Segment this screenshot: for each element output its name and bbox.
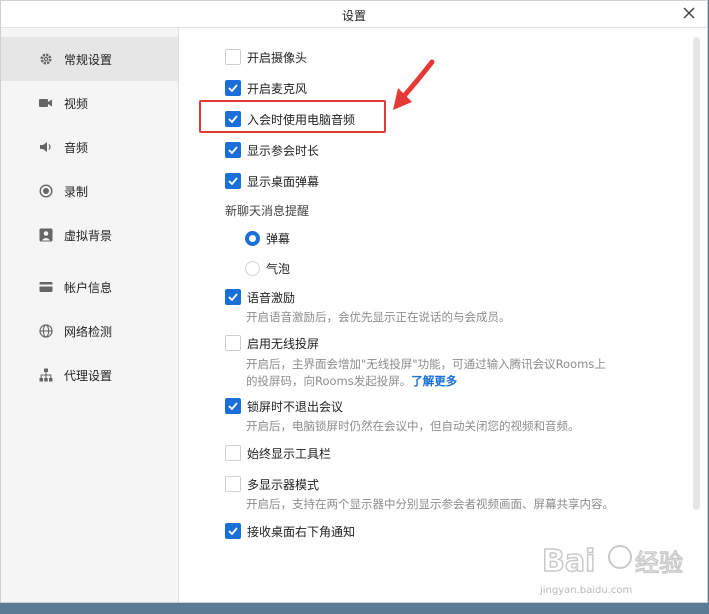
wireless-projection-label: 启用无线投屏 bbox=[247, 336, 320, 351]
multi-display-description: 开启后，支持在两个显示器中分别显示参会者视频画面、屏幕共享内容。 bbox=[246, 497, 614, 511]
danmaku-radio-label: 弹幕 bbox=[266, 231, 291, 246]
scrollbar[interactable] bbox=[693, 37, 700, 510]
svg-text:经验: 经验 bbox=[635, 549, 683, 577]
setting-lock-screen[interactable]: 锁屏时不退出会议 bbox=[225, 397, 343, 415]
setting-multi-display[interactable]: 多显示器模式 bbox=[225, 475, 319, 493]
sidebar-item-label: 视频 bbox=[64, 96, 89, 111]
setting-desktop-notification[interactable]: 接收桌面右下角通知 bbox=[225, 522, 355, 540]
sidebar-item-label: 代理设置 bbox=[64, 368, 113, 383]
sidebar-item-audio[interactable]: 音频 bbox=[1, 125, 178, 169]
sidebar-item-label: 帐户信息 bbox=[64, 280, 113, 295]
sidebar-item-virtual-background[interactable]: 虚拟背景 bbox=[1, 213, 178, 257]
bubble-radio[interactable] bbox=[245, 260, 260, 276]
always-show-toolbar-checkbox[interactable] bbox=[225, 445, 241, 461]
baidu-logo-icon: Bai 经验 bbox=[541, 543, 683, 580]
chat-option-danmaku[interactable]: 弹幕 bbox=[245, 229, 290, 247]
globe-icon bbox=[39, 324, 53, 338]
lock-screen-label: 锁屏时不退出会议 bbox=[247, 399, 344, 414]
sidebar-item-label: 虚拟背景 bbox=[64, 228, 113, 243]
chat-reminder-heading: 新聊天消息提醒 bbox=[225, 204, 310, 218]
desktop-notification-label: 接收桌面右下角通知 bbox=[247, 524, 356, 539]
desktop-notification-checkbox[interactable] bbox=[225, 523, 241, 539]
network-tree-icon bbox=[39, 368, 53, 382]
watermark-url: jingyan.baidu.com bbox=[540, 585, 633, 596]
wireless-description-line-2: 的投屏码，向Rooms发起投屏。了解更多 bbox=[246, 373, 606, 390]
setting-microphone[interactable]: 开启麦克风 bbox=[225, 79, 307, 97]
svg-text:Bai: Bai bbox=[542, 544, 595, 579]
danmaku-radio[interactable] bbox=[245, 230, 260, 246]
sidebar-item-label: 录制 bbox=[64, 184, 89, 199]
sidebar-item-video[interactable]: 视频 bbox=[1, 81, 178, 125]
always-show-toolbar-label: 始终显示工具栏 bbox=[247, 446, 332, 461]
annotation-arrow-icon bbox=[393, 59, 435, 110]
annotation-highlight-box bbox=[199, 100, 386, 133]
lock-screen-description: 开启后，电脑锁屏时仍然在会议中，但自动关闭您的视频和音频。 bbox=[246, 419, 580, 433]
microphone-label: 开启麦克风 bbox=[247, 81, 308, 96]
setting-show-duration[interactable]: 显示参会时长 bbox=[225, 141, 319, 159]
desktop-danmaku-label: 显示桌面弹幕 bbox=[247, 174, 320, 189]
camera-checkbox[interactable] bbox=[225, 49, 241, 65]
sidebar-item-recording[interactable]: 录制 bbox=[1, 169, 178, 213]
learn-more-link[interactable]: 了解更多 bbox=[411, 374, 457, 388]
settings-window: 设置 常规设置 视频 音频 录制 虚拟背景 帐户信息 网络检测 代理设置 开启摄… bbox=[0, 0, 708, 603]
sidebar: 常规设置 视频 音频 录制 虚拟背景 帐户信息 网络检测 代理设置 bbox=[1, 28, 179, 602]
wireless-projection-checkbox[interactable] bbox=[225, 335, 241, 351]
voice-excitation-description: 开启语音激励后，会优先显示正在说话的与会成员。 bbox=[246, 310, 511, 324]
setting-camera[interactable]: 开启摄像头 bbox=[225, 48, 307, 66]
sidebar-item-account[interactable]: 帐户信息 bbox=[1, 265, 178, 309]
close-button[interactable] bbox=[679, 3, 699, 23]
desktop-danmaku-checkbox[interactable] bbox=[225, 173, 241, 189]
microphone-checkbox[interactable] bbox=[225, 80, 241, 96]
video-camera-icon bbox=[39, 96, 53, 110]
sidebar-item-general[interactable]: 常规设置 bbox=[1, 37, 178, 81]
lock-screen-checkbox[interactable] bbox=[225, 398, 241, 414]
gear-icon bbox=[39, 52, 53, 66]
sidebar-item-label: 网络检测 bbox=[64, 324, 113, 339]
baidu-jingyan-watermark: Bai 经验 jingyan.baidu.com bbox=[540, 535, 705, 605]
setting-always-show-toolbar[interactable]: 始终显示工具栏 bbox=[225, 444, 331, 462]
window-title: 设置 bbox=[341, 9, 366, 23]
show-duration-checkbox[interactable] bbox=[225, 142, 241, 158]
chat-option-bubble[interactable]: 气泡 bbox=[245, 259, 290, 277]
bubble-radio-label: 气泡 bbox=[266, 261, 291, 276]
close-icon bbox=[683, 7, 695, 19]
multi-display-label: 多显示器模式 bbox=[247, 477, 320, 492]
title-bar: 设置 bbox=[1, 1, 707, 28]
voice-excitation-checkbox[interactable] bbox=[225, 289, 241, 305]
camera-label: 开启摄像头 bbox=[247, 50, 308, 65]
voice-excitation-label: 语音激励 bbox=[247, 290, 296, 305]
wireless-description-line-1: 开启后，主界面会增加"无线投屏"功能，可通过输入腾讯会议Rooms上 bbox=[246, 357, 606, 371]
portrait-icon bbox=[39, 228, 53, 242]
multi-display-checkbox[interactable] bbox=[225, 476, 241, 492]
wireless-projection-description: 开启后，主界面会增加"无线投屏"功能，可通过输入腾讯会议Rooms上 的投屏码，… bbox=[246, 356, 606, 390]
sidebar-item-label: 常规设置 bbox=[64, 52, 113, 67]
sidebar-item-proxy[interactable]: 代理设置 bbox=[1, 353, 178, 397]
setting-wireless-projection[interactable]: 启用无线投屏 bbox=[225, 334, 319, 352]
sidebar-item-label: 音频 bbox=[64, 140, 89, 155]
speaker-icon bbox=[39, 140, 53, 154]
setting-desktop-danmaku[interactable]: 显示桌面弹幕 bbox=[225, 172, 319, 190]
wireless-description-line-2-text: 的投屏码，向Rooms发起投屏。 bbox=[246, 374, 412, 388]
sidebar-item-network-check[interactable]: 网络检测 bbox=[1, 309, 178, 353]
card-icon bbox=[39, 280, 53, 294]
show-duration-label: 显示参会时长 bbox=[247, 143, 320, 158]
record-icon bbox=[39, 184, 53, 198]
setting-voice-excitation[interactable]: 语音激励 bbox=[225, 288, 295, 306]
